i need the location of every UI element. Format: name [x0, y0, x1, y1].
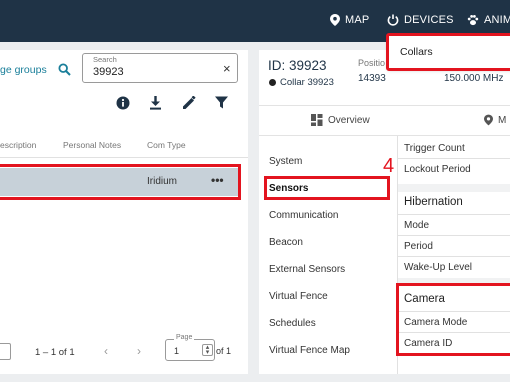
nav-devices[interactable]: DEVICES [387, 14, 454, 26]
search-value: 39923 [93, 66, 124, 78]
clear-search-icon[interactable]: × [223, 61, 231, 76]
map-pin-icon [330, 14, 340, 26]
paw-icon [467, 15, 479, 26]
frequency-value: 150.000 MHz [444, 73, 504, 84]
menu-item-system[interactable]: System [269, 156, 302, 167]
filter-icon[interactable] [215, 96, 228, 109]
download-icon[interactable] [149, 96, 162, 110]
dashboard-icon [311, 114, 323, 126]
search-icon[interactable] [58, 63, 71, 76]
field-mode: Mode [404, 220, 430, 231]
row-highlight-box [0, 164, 241, 200]
menu-item-virtual-fence-map[interactable]: Virtual Fence Map [269, 345, 350, 356]
field-period: Period [404, 241, 433, 252]
prev-page-icon[interactable]: ‹ [104, 344, 108, 358]
nav-animals-label: ANIM [484, 14, 510, 26]
collar-name: Collar 39923 [280, 77, 334, 88]
page-stepper-icon[interactable]: ▴ ▾ [202, 344, 213, 356]
menu-item-external-sensors[interactable]: External Sensors [269, 264, 345, 275]
pagination-range: 1 – 1 of 1 [35, 347, 75, 358]
device-id-title: ID: 39923 [268, 58, 327, 73]
row-divider [398, 214, 510, 215]
info-icon[interactable] [116, 96, 130, 110]
tab-overview-label: Overview [328, 114, 370, 126]
position-value: 14393 [358, 73, 386, 84]
hibernation-title: Hibernation [404, 196, 463, 208]
tab-map-label: M [498, 114, 507, 126]
device-detail-panel: ID: 39923 Collar 39923 Positio 14393 150… [259, 50, 510, 374]
search-input[interactable]: Search 39923 × [82, 53, 238, 83]
header-divider [0, 157, 248, 158]
manage-groups-link[interactable]: ge groups [0, 64, 47, 76]
menu-item-beacon[interactable]: Beacon [269, 237, 303, 248]
page-of-label: of 1 [216, 346, 232, 356]
field-lockout-period: Lockout Period [404, 164, 471, 175]
nav-map-label: MAP [345, 14, 370, 26]
tab-overview[interactable]: Overview [311, 114, 370, 126]
field-trigger-count: Trigger Count [404, 143, 465, 154]
column-header-com-type[interactable]: Com Type [147, 140, 186, 150]
search-label: Search [93, 55, 117, 64]
step-badge: 4 [383, 155, 395, 177]
rows-per-page-select[interactable] [0, 343, 11, 360]
edit-icon[interactable] [182, 96, 196, 110]
status-dot-icon [269, 79, 276, 86]
nav-map[interactable]: MAP [330, 14, 369, 26]
nav-animals[interactable]: ANIM [467, 14, 510, 26]
field-wake-up-level: Wake-Up Level [404, 262, 472, 273]
detail-tabs: Overview M [259, 105, 510, 136]
collars-highlight-box [386, 33, 510, 71]
menu-item-schedules[interactable]: Schedules [269, 318, 316, 329]
row-divider [398, 235, 510, 236]
page-input-label: Page [174, 334, 195, 341]
section-gap [398, 184, 510, 192]
menu-item-virtual-fence[interactable]: Virtual Fence [269, 291, 328, 302]
next-page-icon[interactable]: › [137, 344, 141, 358]
column-header-personal-notes[interactable]: Personal Notes [63, 140, 121, 150]
location-pin-icon [484, 114, 493, 126]
sensors-highlight-box [264, 176, 390, 200]
row-divider [398, 158, 510, 159]
page-input-value: 1 [174, 346, 180, 356]
camera-highlight-box [396, 283, 510, 356]
device-list-panel: ge groups Search 39923 × escription Pers… [0, 50, 248, 374]
column-header-description[interactable]: escription [0, 140, 36, 150]
tab-map[interactable]: M [484, 114, 506, 126]
page-number-input[interactable]: Page 1 ▴ ▾ [165, 334, 215, 361]
position-label: Positio [358, 58, 386, 68]
nav-devices-label: DEVICES [404, 14, 454, 26]
menu-item-communication[interactable]: Communication [269, 210, 338, 221]
row-divider [398, 256, 510, 257]
power-icon [387, 14, 399, 26]
